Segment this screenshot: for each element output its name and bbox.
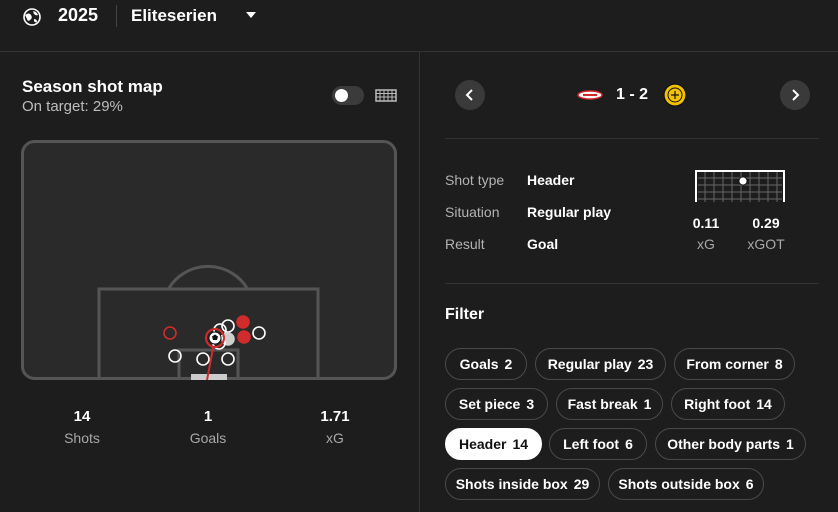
stat-value: 1	[203, 408, 213, 425]
xg-value: 0.11	[692, 215, 720, 231]
result-value: Goal	[527, 236, 559, 252]
filter-chip-goals[interactable]: Goals 2	[445, 348, 527, 380]
chip-label: Regular play	[547, 356, 632, 372]
stat-label: Goals	[189, 430, 227, 446]
xgot-label: xGOT	[747, 236, 785, 252]
shot-type-value: Header	[527, 172, 575, 188]
stat-shots: 14 Shots	[32, 408, 132, 446]
chip-count: 29	[573, 476, 590, 492]
filter-chip-header[interactable]: Header 14	[445, 428, 542, 460]
filter-chip-regular-play[interactable]: Regular play 23	[535, 348, 666, 380]
stat-value: 14	[73, 408, 91, 425]
filter-chip-from-corner[interactable]: From corner 8	[674, 348, 795, 380]
chip-label: Shots outside box	[618, 476, 740, 492]
shot-type-label: Shot type	[445, 172, 505, 188]
on-target-text: On target: 29%	[22, 98, 123, 115]
globe-icon	[23, 8, 41, 26]
filter-chip-shots-outside-box[interactable]: Shots outside box 6	[608, 468, 764, 500]
divider	[445, 138, 819, 139]
chip-label: Shots inside box	[455, 476, 568, 492]
chip-label: Goals	[459, 356, 499, 372]
chip-count: 1	[786, 436, 794, 452]
chip-count: 23	[637, 356, 654, 372]
team-badge-yellow	[663, 83, 687, 107]
stat-goals: 1 Goals	[158, 408, 258, 446]
panel-title: Season shot map	[22, 77, 163, 96]
chevron-left-icon	[465, 89, 473, 101]
chip-label: Header	[458, 436, 507, 452]
chip-count: 14	[512, 436, 529, 452]
filter-chip-other-body-parts[interactable]: Other body parts 1	[655, 428, 806, 460]
chip-label: From corner	[686, 356, 769, 372]
xg-label: xG	[697, 236, 715, 252]
chip-label: Left foot	[563, 436, 620, 452]
view-toggle[interactable]	[332, 86, 364, 105]
next-match-button[interactable]	[780, 80, 810, 110]
shot-marker-on-target	[237, 330, 251, 344]
filter-chip-shots-inside-box[interactable]: Shots inside box 29	[445, 468, 600, 500]
filter-chip-fast-break[interactable]: Fast break 1	[556, 388, 663, 420]
caret-down-icon[interactable]	[246, 12, 256, 18]
chip-count: 8	[774, 356, 783, 372]
ball-position-icon	[738, 176, 748, 186]
filter-chip-left-foot[interactable]: Left foot 6	[549, 428, 647, 460]
chip-label: Other body parts	[667, 436, 780, 452]
chip-count: 6	[625, 436, 633, 452]
stat-xg: 1.71 xG	[285, 408, 385, 446]
divider	[116, 5, 117, 27]
filter-title: Filter	[445, 306, 485, 323]
top-bar: 2025 Eliteserien	[0, 0, 838, 52]
result-label: Result	[445, 236, 485, 252]
season-shot-map-panel: Season shot map On target: 29% 14 Shots …	[0, 52, 420, 512]
goal-net-icon[interactable]	[375, 87, 397, 103]
chip-count: 2	[504, 356, 513, 372]
situation-label: Situation	[445, 204, 500, 220]
chip-label: Right foot	[684, 396, 751, 412]
filter-chip-set-piece[interactable]: Set piece 3	[445, 388, 548, 420]
season-year[interactable]: 2025	[58, 5, 98, 26]
stat-label: Shots	[64, 430, 100, 446]
xgot-value: 0.29	[752, 215, 780, 231]
shot-map-pitch	[21, 140, 397, 380]
divider	[445, 283, 819, 284]
prev-match-button[interactable]	[455, 80, 485, 110]
chip-count: 3	[526, 396, 535, 412]
goal-placement-graphic	[695, 170, 785, 202]
chip-label: Fast break	[567, 396, 638, 412]
toggle-knob	[335, 89, 348, 102]
chip-label: Set piece	[458, 396, 521, 412]
match-score: 1 - 2	[615, 86, 648, 103]
chip-count: 14	[756, 396, 772, 412]
stat-value: 1.71	[320, 408, 350, 425]
stat-label: xG	[326, 430, 344, 446]
filter-chip-right-foot[interactable]: Right foot 14	[671, 388, 785, 420]
shot-marker-on-target	[236, 315, 250, 329]
chip-count: 6	[745, 476, 754, 492]
situation-value: Regular play	[527, 204, 612, 220]
chevron-right-icon	[792, 89, 800, 101]
chip-count: 1	[643, 396, 652, 412]
league-name[interactable]: Eliteserien	[131, 6, 217, 26]
